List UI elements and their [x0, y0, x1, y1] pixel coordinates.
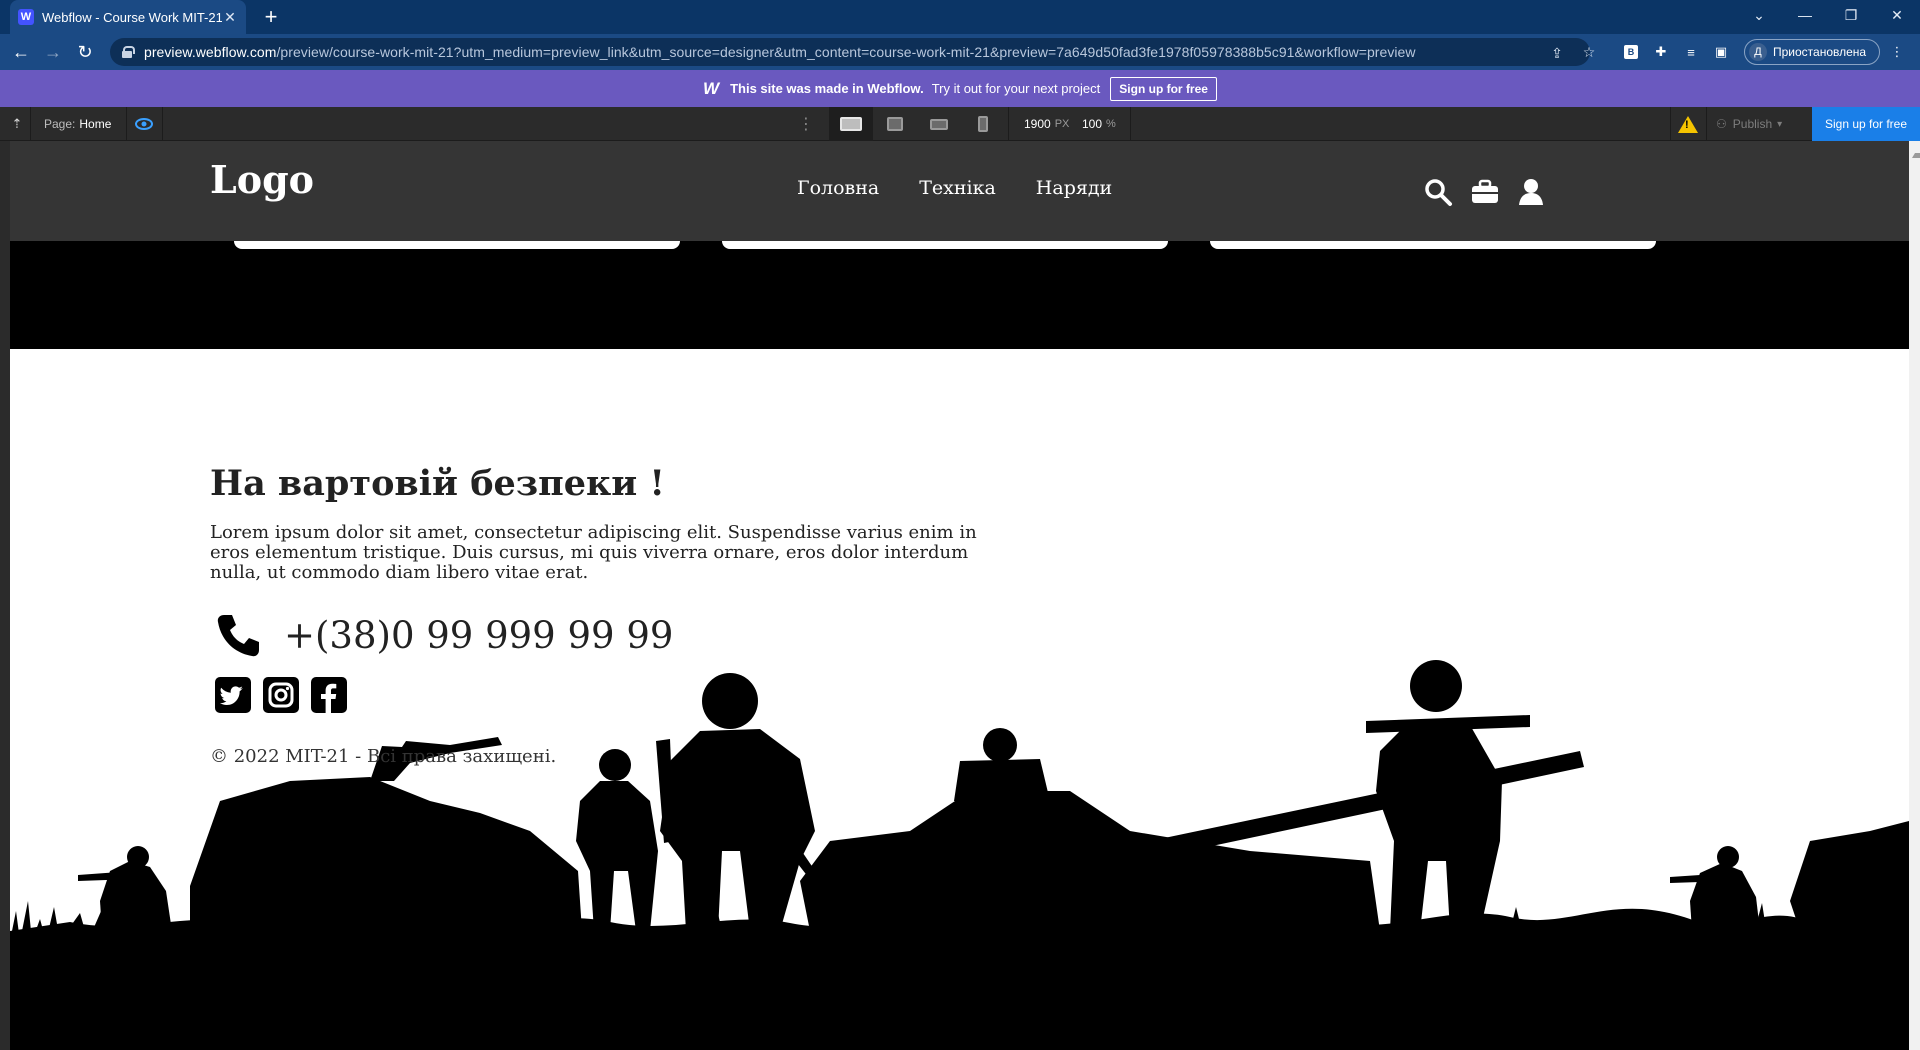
webflow-toolbar: ⇡ Page: Home ⋮ 1900 PX 100 % ! ⚇ Publish…	[0, 107, 1920, 141]
phone-number[interactable]: +(38)0 99 999 99 99	[284, 614, 673, 657]
footer-description: Lorem ipsum dolor sit amet, consectetur …	[210, 522, 977, 583]
warning-icon[interactable]: !	[1676, 107, 1700, 141]
site-logo[interactable]: Logo	[210, 157, 314, 202]
menu-dots-icon[interactable]: ⋮	[796, 107, 816, 141]
extension-icon[interactable]: B	[1622, 43, 1640, 61]
webflow-favicon-icon: W	[18, 9, 34, 25]
user-icon[interactable]	[1516, 177, 1546, 207]
profile-label: Приостановлена	[1773, 45, 1867, 59]
browser-tab[interactable]: W Webflow - Course Work MIT-21 ✕	[10, 0, 246, 34]
back-icon[interactable]: ←	[8, 40, 34, 64]
copyright-text: © 2022 MIT-21 - Всі права захищені.	[210, 746, 557, 767]
menu-dots-icon[interactable]: ⋮	[1888, 43, 1906, 61]
soldiers-silhouette-image	[10, 660, 1909, 1050]
briefcase-icon[interactable]	[1470, 177, 1500, 207]
reload-icon[interactable]: ↻	[72, 40, 98, 64]
social-links	[215, 677, 347, 713]
phone-icon	[217, 615, 259, 657]
chevron-down-icon: ▾	[1777, 118, 1783, 130]
phone-contact: +(38)0 99 999 99 99	[214, 611, 673, 659]
media-icon[interactable]: ≡	[1682, 43, 1700, 61]
instagram-icon[interactable]	[263, 677, 299, 713]
minimize-icon[interactable]: —	[1782, 0, 1828, 30]
webflow-banner: W This site was made in Webflow. Try it …	[0, 70, 1920, 107]
page-prefix: Page:	[44, 117, 76, 131]
restore-icon[interactable]: ❐	[1828, 0, 1874, 30]
browser-address-bar: ← → ↻ preview.webflow.com/preview/course…	[0, 34, 1920, 70]
nav-link-uniforms[interactable]: Наряди	[1036, 177, 1112, 199]
share-icon[interactable]: ⇪	[1548, 44, 1566, 62]
page-selector[interactable]: Page: Home	[44, 107, 111, 141]
facebook-icon[interactable]	[311, 677, 347, 713]
nav-link-home[interactable]: Головна	[797, 177, 879, 199]
forward-icon[interactable]: →	[40, 40, 66, 64]
webflow-logo: W	[703, 78, 719, 98]
plus-icon[interactable]: +	[258, 4, 284, 30]
search-icon[interactable]	[1423, 177, 1453, 207]
site-navbar: Logo Головна Техніка Наряди	[10, 141, 1909, 241]
chevron-down-icon[interactable]: ⌄	[1736, 0, 1782, 30]
canvas-width[interactable]: 1900 PX	[1024, 107, 1069, 141]
canvas-left-gutter	[0, 141, 10, 1050]
export-icon[interactable]: ⇡	[6, 107, 28, 141]
canvas-zoom[interactable]: 100 %	[1082, 107, 1116, 141]
banner-signup-button[interactable]: Sign up for free	[1110, 76, 1217, 101]
page-name: Home	[79, 117, 112, 131]
footer-heading: На вартовій безпеки !	[210, 463, 665, 504]
phone-icon[interactable]	[961, 107, 1005, 141]
profile-button[interactable]: Д Приостановлена	[1744, 39, 1880, 65]
star-icon[interactable]: ☆	[1580, 43, 1598, 61]
lock-icon	[122, 46, 135, 58]
avatar: Д	[1749, 43, 1767, 61]
tablet-icon[interactable]	[873, 107, 917, 141]
preview-eye-icon[interactable]	[132, 107, 156, 141]
site-preview: Logo Головна Техніка Наряди На вартовій …	[10, 141, 1909, 1050]
close-window-icon[interactable]: ✕	[1874, 0, 1920, 30]
site-nav-links: Головна Техніка Наряди	[797, 177, 1112, 199]
landscape-phone-icon[interactable]	[917, 107, 961, 141]
banner-try-text: Try it out for your next project	[931, 81, 1101, 96]
puzzle-icon[interactable]: ✚	[1652, 43, 1670, 61]
sidebar-icon[interactable]: ▣	[1712, 43, 1730, 61]
scrollbar[interactable]	[1909, 141, 1920, 1050]
browser-tab-bar: W Webflow - Course Work MIT-21 ✕ + ⌄ — ❐…	[0, 0, 1920, 34]
desktop-icon[interactable]	[829, 107, 873, 141]
close-icon[interactable]: ✕	[222, 9, 238, 25]
toolbar-signup-button[interactable]: Sign up for free	[1812, 107, 1920, 141]
publish-button[interactable]: ⚇ Publish ▾	[1716, 107, 1782, 141]
url-input[interactable]: preview.webflow.com/preview/course-work-…	[110, 38, 1590, 66]
url-text: preview.webflow.com/preview/course-work-…	[144, 44, 1416, 60]
twitter-icon[interactable]	[215, 677, 251, 713]
tab-title: Webflow - Course Work MIT-21	[42, 9, 222, 25]
nav-link-equipment[interactable]: Техніка	[919, 177, 996, 199]
banner-made-in-text: This site was made in Webflow.	[730, 81, 924, 96]
